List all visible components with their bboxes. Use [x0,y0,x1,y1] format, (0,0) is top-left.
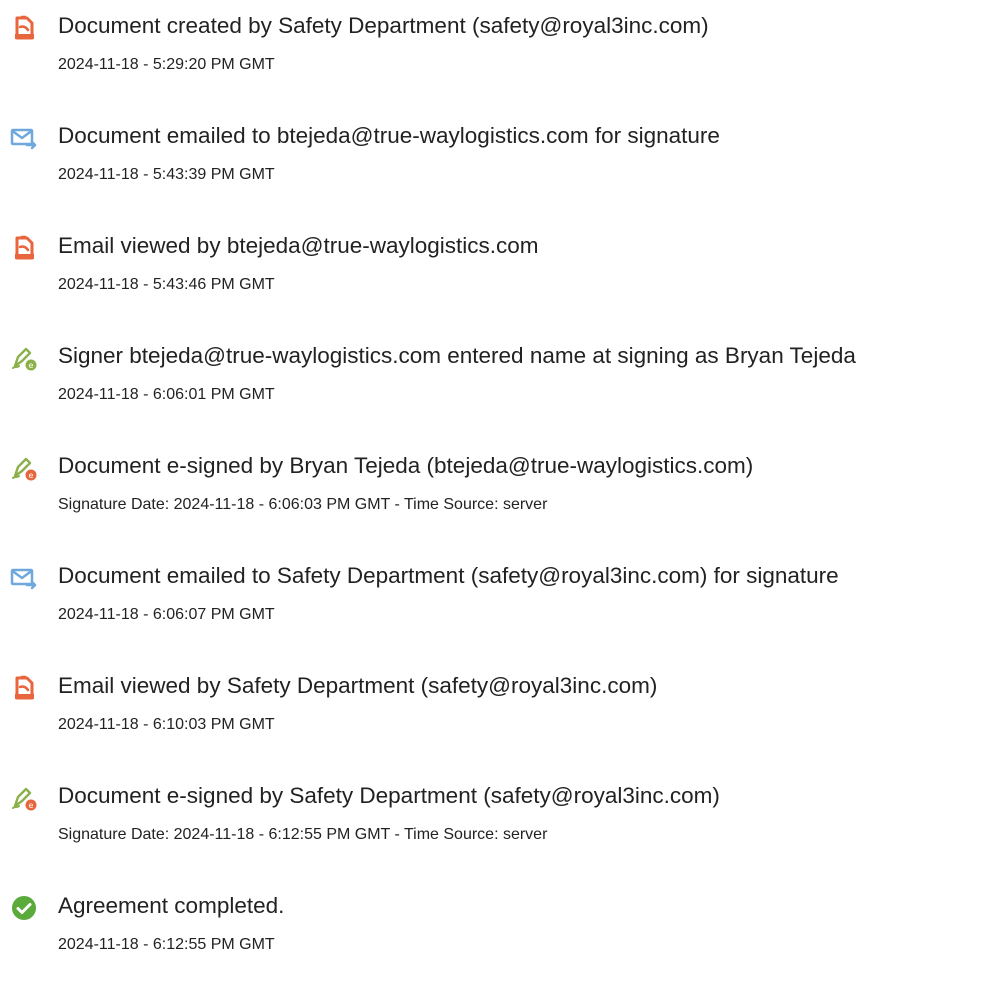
event-title: Email viewed by Safety Department (safet… [58,673,658,698]
event-title: Agreement completed. [58,893,285,918]
event-timestamp: 2024-11-18 - 6:12:55 PM GMT [58,936,275,953]
history-event: Email viewed by btejeda@true-waylogistic… [0,228,1006,308]
event-timestamp: 2024-11-18 - 5:29:20 PM GMT [58,56,275,73]
history-event: Document created by Safety Department (s… [0,8,1006,88]
document-viewed-icon [10,234,38,262]
event-timestamp: 2024-11-18 - 6:06:07 PM GMT [58,606,275,623]
event-title: Signer btejeda@true-waylogistics.com ent… [58,343,856,368]
event-timestamp: Signature Date: 2024-11-18 - 6:12:55 PM … [58,826,548,843]
event-title: Email viewed by btejeda@true-waylogistic… [58,233,539,258]
e-signature-icon: e [10,454,38,482]
event-timestamp: 2024-11-18 - 5:43:46 PM GMT [58,276,275,293]
event-title: Document emailed to btejeda@true-waylogi… [58,123,720,148]
agreement-completed-icon [10,894,38,922]
history-event: e Document e-signed by Safety Department… [0,778,1006,858]
event-title: Document emailed to Safety Department (s… [58,563,839,588]
event-title: Document e-signed by Safety Department (… [58,783,720,808]
document-emailed-icon [10,564,38,592]
history-event: Document emailed to Safety Department (s… [0,558,1006,638]
svg-text:e: e [29,471,34,480]
document-viewed-icon [10,674,38,702]
e-signature-icon: e [10,344,38,372]
event-timestamp: 2024-11-18 - 6:10:03 PM GMT [58,716,275,733]
document-created-icon [10,14,38,42]
svg-text:e: e [29,801,34,810]
event-timestamp: 2024-11-18 - 6:06:01 PM GMT [58,386,275,403]
event-title: Document created by Safety Department (s… [58,13,709,38]
history-event: Document emailed to btejeda@true-waylogi… [0,118,1006,198]
event-title: Document e-signed by Bryan Tejeda (bteje… [58,453,754,478]
history-event: Agreement completed. 2024-11-18 - 6:12:5… [0,888,1006,968]
svg-text:e: e [29,361,34,370]
event-timestamp: Signature Date: 2024-11-18 - 6:06:03 PM … [58,496,548,513]
history-event: Email viewed by Safety Department (safet… [0,668,1006,748]
history-event: e Signer btejeda@true-waylogistics.com e… [0,338,1006,418]
history-event: e Document e-signed by Bryan Tejeda (bte… [0,448,1006,528]
document-emailed-icon [10,124,38,152]
event-timestamp: 2024-11-18 - 5:43:39 PM GMT [58,166,275,183]
e-signature-icon: e [10,784,38,812]
